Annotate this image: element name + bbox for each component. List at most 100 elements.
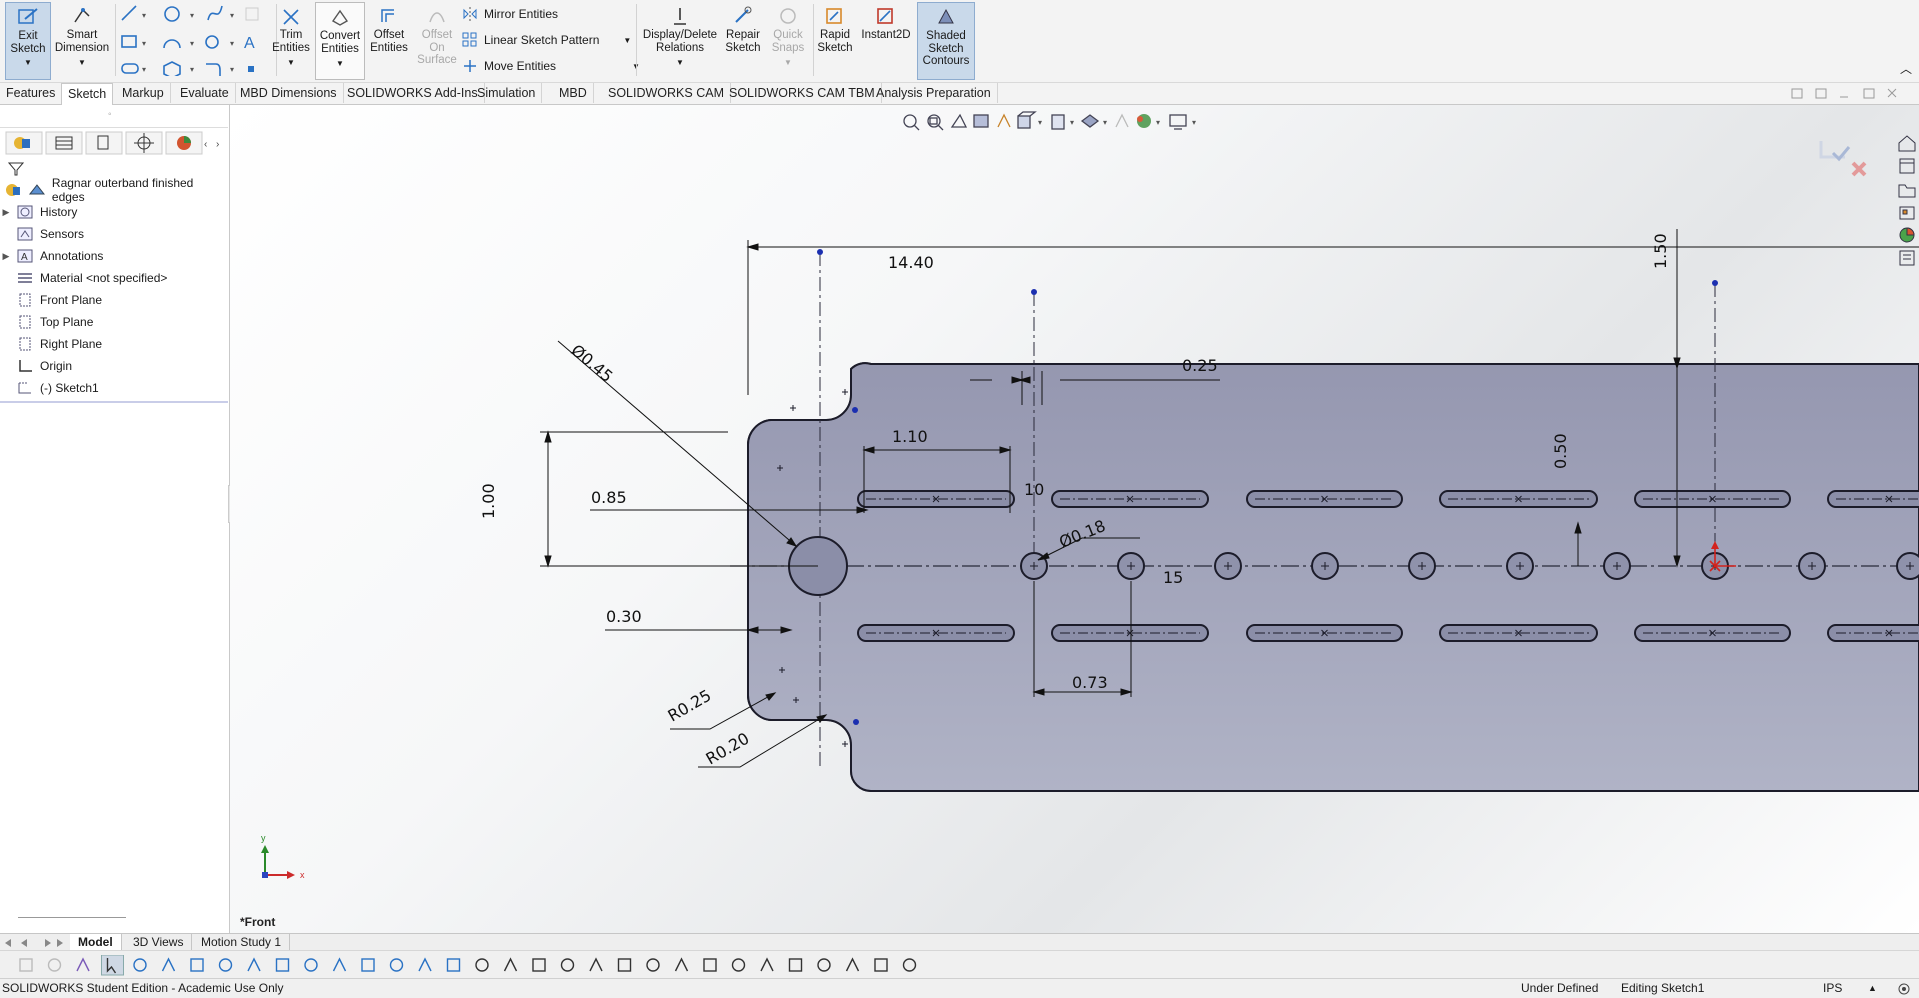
tab-model[interactable]: Model: [70, 934, 122, 950]
exit-sketch-button[interactable]: Exit Sketch ▼: [5, 2, 51, 80]
tree-item-history[interactable]: ▶ History: [0, 201, 78, 223]
sketch-point[interactable]: [817, 249, 823, 255]
select-pointer-icon[interactable]: [101, 955, 124, 976]
chevron-right-icon[interactable]: ›: [216, 139, 219, 150]
tree-item-origin[interactable]: Origin: [0, 355, 72, 377]
filter-axes-icon[interactable]: [275, 958, 290, 972]
filter-mid-surfaces-icon[interactable]: [817, 958, 831, 972]
property-manager-tab-icon[interactable]: [45, 131, 83, 155]
sketch-point[interactable]: [853, 719, 859, 725]
repair-sketch-button[interactable]: Repair Sketch: [722, 2, 764, 78]
shaded-sketch-contours-button[interactable]: Shaded Sketch Contours: [917, 2, 975, 80]
instant2d-button[interactable]: Instant2D: [859, 2, 913, 78]
dimension-10[interactable]: 10: [1024, 480, 1044, 499]
filter-center-marks-icon[interactable]: [418, 957, 432, 972]
dimension-r-0-25[interactable]: R0.25: [665, 686, 715, 726]
toggle-filter-icon[interactable]: [19, 958, 33, 972]
filter-cosmetic-threads-icon[interactable]: [674, 957, 689, 972]
select-all-filter-icon[interactable]: [76, 957, 90, 972]
tree-item-sensors[interactable]: Sensors: [0, 223, 84, 245]
quick-snaps-button[interactable]: Quick Snaps ▼: [766, 2, 810, 78]
filter-faces-icon[interactable]: [190, 958, 204, 972]
rapid-sketch-button[interactable]: Rapid Sketch: [815, 2, 855, 78]
dimension-1-00[interactable]: 1.00: [479, 483, 498, 519]
dimension-0-50[interactable]: 0.50: [1551, 433, 1570, 469]
smart-dimension-button[interactable]: Smart Dimension ▼: [53, 2, 111, 78]
filter-connection-points-icon[interactable]: [760, 957, 774, 972]
sketch-point[interactable]: [1031, 289, 1037, 295]
filter-notes-icon[interactable]: [560, 958, 575, 972]
filter-icon[interactable]: [8, 161, 24, 177]
chevron-left-icon[interactable]: ‹: [204, 139, 207, 150]
chevron-down-icon[interactable]: ▼: [784, 57, 792, 70]
tree-item-material[interactable]: Material <not specified>: [0, 267, 167, 289]
tab-sketch[interactable]: Sketch: [61, 83, 114, 105]
tab-motion-study-1[interactable]: Motion Study 1: [193, 934, 291, 950]
feature-manager-tab-icon[interactable]: [5, 131, 43, 155]
next-tab-icon[interactable]: [45, 939, 51, 947]
tree-item-right-plane[interactable]: Right Plane: [0, 333, 102, 355]
filter-surface-bodies-icon[interactable]: [218, 958, 233, 972]
tree-item-top-plane[interactable]: Top Plane: [0, 311, 93, 333]
chevron-down-icon[interactable]: ▼: [676, 57, 684, 70]
tree-item-front-plane[interactable]: Front Plane: [0, 289, 102, 311]
tab-analysis-preparation[interactable]: Analysis Preparation: [870, 83, 998, 103]
tree-root[interactable]: Ragnar outerband finished edges: [0, 176, 229, 204]
dimension-0-85[interactable]: 0.85: [591, 488, 627, 507]
configuration-manager-tab-icon[interactable]: [85, 131, 123, 155]
filter-planes-icon[interactable]: [304, 958, 318, 972]
graphics-area[interactable]: ▾ ▾ ▾ ▾ ▾ 14.40 Ø0.45 0.25 1.10 10 0.50 …: [230, 105, 1919, 933]
dimension-0-73[interactable]: 0.73: [1072, 673, 1108, 692]
sketch-point[interactable]: [852, 407, 858, 413]
offset-entities-button[interactable]: Offset Entities: [366, 2, 412, 78]
filter-geometric-tolerance-icon[interactable]: [532, 958, 546, 972]
collapse-ribbon-icon[interactable]: ︿: [1900, 60, 1912, 77]
filter-dowel-pin-icon[interactable]: [731, 958, 746, 972]
rollback-bar[interactable]: [0, 401, 228, 403]
convert-entities-button[interactable]: Convert Entities ▼: [315, 2, 365, 80]
filter-edges-icon[interactable]: [161, 957, 176, 972]
tab-evaluate[interactable]: Evaluate: [174, 83, 236, 103]
tab-mbd[interactable]: MBD: [553, 83, 594, 103]
display-delete-relations-button[interactable]: Display/Delete Relations ▼: [640, 2, 720, 78]
dimxpert-manager-tab-icon[interactable]: [125, 131, 163, 155]
filter-midpoints-icon[interactable]: [389, 958, 404, 972]
filter-solid-bodies-icon[interactable]: [247, 957, 261, 972]
chevron-down-icon[interactable]: ▼: [287, 57, 295, 70]
mirror-entities-button[interactable]: Mirror Entities: [462, 4, 558, 24]
first-tab-icon[interactable]: [5, 939, 11, 947]
last-tab-icon[interactable]: [57, 939, 63, 947]
filter-sketch-points-icon[interactable]: [332, 957, 347, 972]
expand-arrow-icon[interactable]: ▶: [0, 207, 12, 218]
chevron-up-icon[interactable]: ▲: [1868, 979, 1877, 998]
filter-centerlines-icon[interactable]: [446, 958, 461, 972]
tab-features[interactable]: Features: [0, 83, 63, 103]
filter-vertices-icon[interactable]: [133, 958, 147, 972]
tab-markup[interactable]: Markup: [116, 83, 171, 103]
dimension-r-0-20[interactable]: R0.20: [703, 729, 753, 769]
linear-sketch-pattern-button[interactable]: Linear Sketch Pattern ▼: [462, 30, 631, 50]
trim-entities-button[interactable]: Trim Entities ▼: [270, 2, 312, 78]
filter-loads-icon[interactable]: [845, 957, 860, 972]
filter-datum-features-icon[interactable]: [589, 957, 603, 972]
tab-solidworks-add-ins[interactable]: SOLIDWORKS Add-Ins: [341, 83, 485, 103]
expand-arrow-icon[interactable]: ▶: [0, 251, 12, 262]
dimension-0-25[interactable]: 0.25: [1182, 356, 1218, 375]
filter-dimensions-icon[interactable]: [475, 958, 489, 972]
panel-grip-icon[interactable]: ◦: [108, 109, 112, 120]
tree-item-annotations[interactable]: ▶ A Annotations: [0, 245, 104, 267]
chevron-down-icon[interactable]: ▼: [336, 58, 344, 71]
customize-icon[interactable]: [1896, 982, 1912, 996]
chevron-down-icon[interactable]: ▼: [24, 57, 32, 70]
tab-simulation[interactable]: Simulation: [471, 83, 543, 103]
clear-filters-icon[interactable]: [47, 958, 62, 972]
filter-surface-finish-icon[interactable]: [503, 957, 518, 972]
filter-misc-icon[interactable]: [902, 958, 917, 972]
chevron-down-icon[interactable]: ▼: [78, 57, 86, 70]
offset-on-surface-button[interactable]: Offset On Surface: [414, 2, 460, 78]
dimension-1-50[interactable]: 1.50: [1651, 233, 1670, 269]
chevron-down-icon[interactable]: ▼: [623, 36, 631, 45]
dimension-0-30[interactable]: 0.30: [606, 607, 642, 626]
tab-solidworks-cam-tbm[interactable]: SOLIDWORKS CAM TBM: [723, 83, 882, 103]
previous-tab-icon[interactable]: [21, 939, 27, 947]
